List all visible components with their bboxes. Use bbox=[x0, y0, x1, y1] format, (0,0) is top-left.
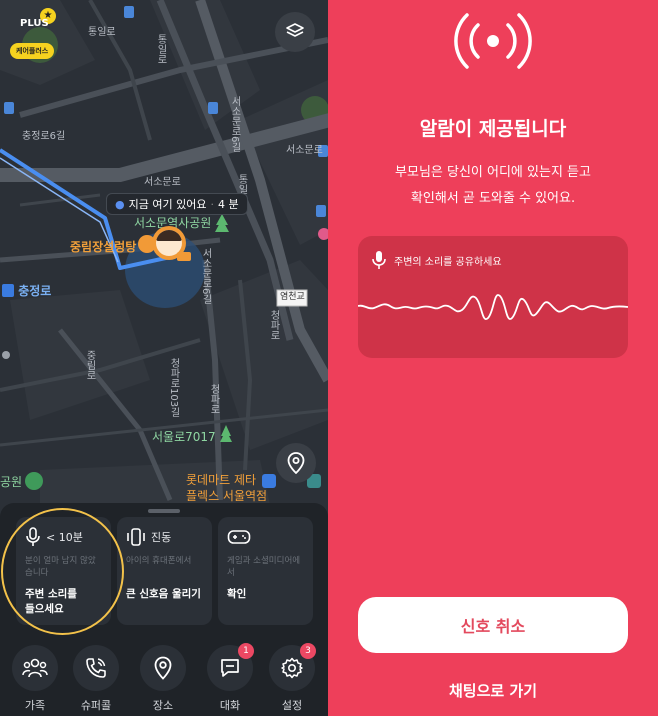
alarm-desc-line: 확인해서 곧 도와줄 수 있어요. bbox=[410, 191, 576, 206]
nav-item-chat[interactable]: 1 대화 bbox=[200, 641, 260, 716]
settings-gear-icon bbox=[281, 657, 303, 679]
alarm-desc-line: 부모님은 당신이 어디에 있는지 듣고 bbox=[395, 165, 591, 180]
family-icon bbox=[22, 658, 48, 678]
broadcast-signal-icon bbox=[454, 13, 532, 69]
sheet-drag-handle[interactable] bbox=[148, 509, 180, 513]
card-desc: 게임과 소셜미디어에서 bbox=[227, 556, 301, 578]
map-layers-button[interactable] bbox=[275, 12, 315, 52]
alarm-description: 부모님은 당신이 어디에 있는지 듣고 확인해서 곧 도와줄 수 있어요. bbox=[328, 160, 658, 212]
map-label-store: 롯데마트 제타 플렉스 서울역점 bbox=[186, 473, 268, 503]
card-title: 확인 bbox=[227, 588, 247, 600]
map-label-park: 공원 bbox=[0, 475, 23, 489]
bottom-sheet: < 10분 분이 얼마 남지 않았습니다 주변 소리를 들으세요 진동 아이의 … bbox=[0, 503, 328, 716]
place-pin-icon bbox=[154, 656, 172, 680]
supercall-icon bbox=[86, 658, 106, 678]
map-label-road: 청파로 bbox=[208, 384, 219, 414]
map-label-road: 서소문로6길 bbox=[229, 96, 240, 153]
map-label-road: 서소문로 bbox=[286, 145, 323, 156]
map-label-restaurant: 중림장설렁탕 bbox=[70, 240, 137, 254]
nav-label: 장소 bbox=[152, 699, 174, 712]
phone-vibrate-icon bbox=[127, 528, 145, 546]
separator: · bbox=[210, 197, 214, 211]
map-label-road: 청파로103길 bbox=[168, 358, 179, 418]
map-label-road: 서소문로 bbox=[144, 177, 181, 188]
nav-label: 대화 bbox=[219, 699, 241, 712]
alarm-title: 알람이 제공됩니다 bbox=[419, 118, 567, 140]
go-to-chat-link[interactable]: 채팅으로 가기 bbox=[328, 680, 658, 701]
map-screen: 통일로 서소문로6길 충정로6길 서소문로 서소문로 통일로 통일로 서소문역사… bbox=[0, 0, 328, 716]
alarm-screen: 알람이 제공됩니다 부모님은 당신이 어디에 있는지 듣고 확인해서 곧 도와줄… bbox=[328, 0, 658, 716]
mic-icon bbox=[372, 251, 386, 269]
settings-badge: 3 bbox=[300, 643, 316, 659]
map-label-road: 중림로 bbox=[84, 350, 95, 380]
chat-icon bbox=[221, 659, 239, 677]
nav-label: 가족 bbox=[24, 699, 46, 712]
map-label-station: 충정로 bbox=[18, 284, 52, 298]
nav-item-place[interactable]: 장소 bbox=[133, 641, 193, 716]
gamepad-icon bbox=[227, 530, 251, 544]
nav-label: 슈퍼콜 bbox=[80, 699, 112, 712]
map-label-road: 서소문로6길 bbox=[200, 248, 211, 305]
map-label-bridge: 염천교 bbox=[280, 292, 305, 302]
location-eta: 4 분 bbox=[217, 198, 239, 211]
sound-waveform bbox=[358, 294, 628, 321]
battery-icon bbox=[177, 252, 191, 261]
my-location-button[interactable] bbox=[276, 443, 316, 483]
card-desc: 아이의 휴대폰에서 bbox=[126, 556, 192, 566]
sound-share-label: 주변의 소리를 공유하세요 bbox=[394, 256, 502, 268]
nav-label: 설정 bbox=[281, 699, 303, 712]
map-label-road: 통일로 bbox=[155, 34, 166, 64]
cancel-signal-button[interactable]: 신호 취소 bbox=[358, 597, 628, 653]
plus-membership-badge[interactable]: ★ PLUS 케어플러스 bbox=[6, 8, 64, 60]
game-check-card[interactable]: 게임과 소셜미디어에서 확인 bbox=[218, 517, 313, 625]
sound-share-card: 주변의 소리를 공유하세요 bbox=[358, 236, 628, 358]
highlight-circle bbox=[1, 508, 124, 635]
nav-item-supercall[interactable]: 슈퍼콜 bbox=[66, 641, 126, 716]
map-label-landmark: 서울로7017 bbox=[152, 430, 216, 444]
card-tag: 진동 bbox=[151, 531, 172, 544]
layers-icon bbox=[286, 23, 304, 37]
bottom-nav: 가족 슈퍼콜 장소 1 대화 3 설정 bbox=[0, 641, 328, 716]
map-label-road: 통일로 bbox=[88, 27, 116, 38]
plus-title: PLUS bbox=[20, 18, 49, 29]
location-pin-icon: ● bbox=[115, 197, 125, 211]
location-text: 지금 여기 있어요 bbox=[128, 198, 207, 211]
current-location-bubble[interactable]: ● 지금 여기 있어요 · 4 분 bbox=[106, 193, 248, 215]
map-pin-icon bbox=[287, 452, 305, 474]
plus-chip: 케어플러스 bbox=[10, 43, 55, 59]
map-label-road: 청파로 bbox=[268, 310, 279, 340]
nav-item-family[interactable]: 가족 bbox=[5, 641, 65, 716]
map-label-road: 충정로6길 bbox=[22, 131, 66, 142]
loud-signal-card[interactable]: 진동 아이의 휴대폰에서 큰 신호음 울리기 bbox=[117, 517, 212, 625]
card-title: 큰 신호음 울리기 bbox=[126, 588, 201, 600]
nav-item-settings[interactable]: 3 설정 bbox=[262, 641, 322, 716]
chat-badge: 1 bbox=[238, 643, 254, 659]
